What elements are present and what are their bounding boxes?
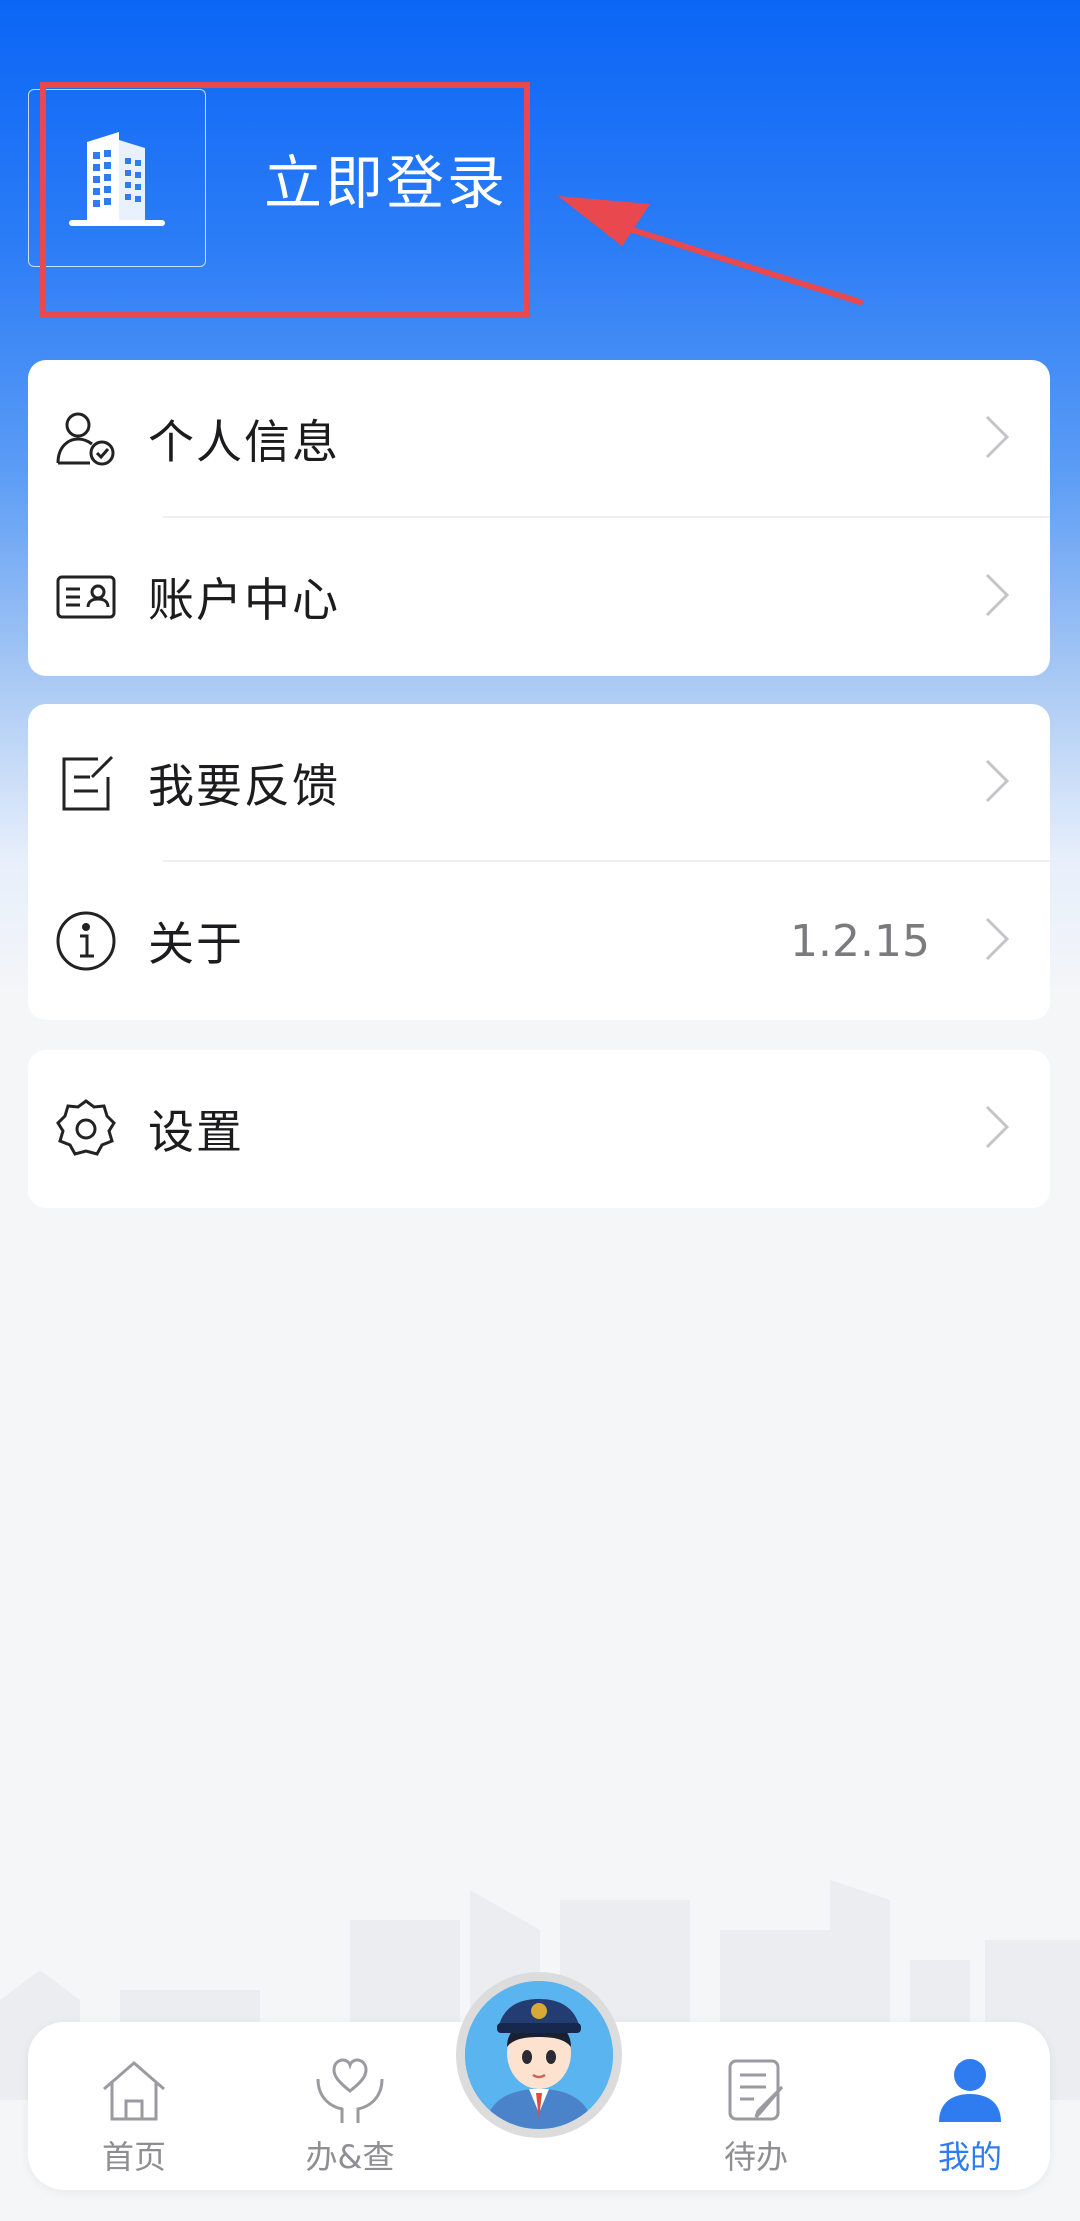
home-icon: [99, 2054, 169, 2126]
chevron-right-icon: [984, 572, 1010, 622]
heart-hand-icon: [312, 2054, 388, 2126]
menu-item-label: 个人信息: [148, 415, 340, 469]
version-value: 1.2.15: [790, 915, 930, 967]
menu-item-account-center[interactable]: 账户中心: [28, 518, 1050, 676]
menu-item-label: 关于: [148, 917, 244, 971]
tab-home[interactable]: 首页: [54, 2022, 214, 2190]
menu-item-label: 我要反馈: [148, 759, 340, 813]
tab-label: 首页: [101, 2138, 166, 2176]
info-icon: [54, 909, 118, 973]
chevron-right-icon: [984, 916, 1010, 966]
menu-item-feedback[interactable]: 我要反馈: [28, 704, 1050, 862]
menu-item-personal-info[interactable]: 个人信息: [28, 360, 1050, 518]
id-card-icon: [54, 565, 118, 629]
profile-menu-card: 个人信息 账户中心: [28, 360, 1050, 676]
tab-service-query[interactable]: 办&查: [270, 2022, 430, 2190]
support-menu-card: 我要反馈 关于 1.2.15: [28, 704, 1050, 1020]
settings-menu-card: 设置: [28, 1050, 1050, 1208]
menu-item-about[interactable]: 关于 1.2.15: [28, 862, 1050, 1020]
person-check-icon: [54, 407, 118, 471]
tab-mine[interactable]: 我的: [890, 2022, 1050, 2190]
center-assistant-button[interactable]: [456, 1972, 622, 2138]
officer-avatar-icon: [465, 1981, 613, 2129]
tab-label: 我的: [937, 2138, 1002, 2176]
annotation-arrow-icon: [558, 196, 863, 305]
chevron-right-icon: [984, 1104, 1010, 1154]
todo-icon: [724, 2054, 788, 2126]
user-icon: [935, 2054, 1005, 2126]
tab-label: 待办: [723, 2138, 788, 2176]
edit-note-icon: [54, 751, 118, 815]
menu-item-settings[interactable]: 设置: [28, 1050, 1050, 1208]
chevron-right-icon: [984, 758, 1010, 808]
menu-item-label: 设置: [148, 1105, 244, 1159]
tab-label: 办&查: [305, 2138, 395, 2176]
menu-item-label: 账户中心: [148, 573, 340, 627]
chevron-right-icon: [984, 414, 1010, 464]
tab-todo[interactable]: 待办: [676, 2022, 836, 2190]
annotation-highlight-box: [40, 82, 530, 318]
gear-icon: [54, 1097, 118, 1161]
